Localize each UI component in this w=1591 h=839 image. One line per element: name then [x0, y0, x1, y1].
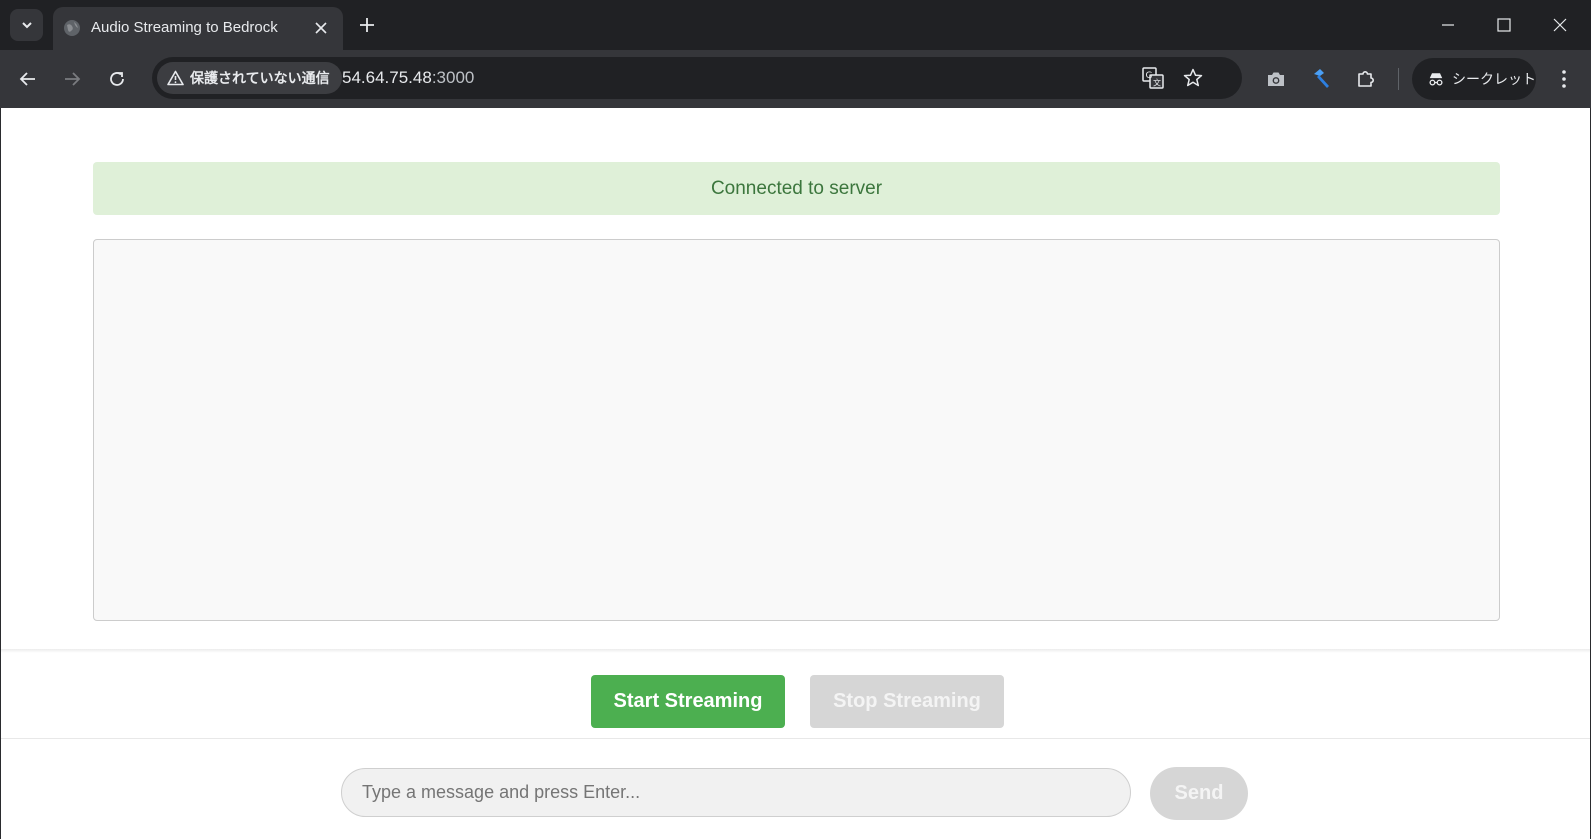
back-button[interactable]: [12, 63, 44, 95]
minimize-icon: [1442, 24, 1454, 26]
arrow-right-icon: [65, 72, 81, 86]
svg-text:G: G: [1146, 71, 1153, 81]
translate-button[interactable]: G文: [1141, 66, 1165, 90]
streaming-controls: Start Streaming Stop Streaming: [1, 668, 1590, 728]
incognito-label: シークレット: [1452, 71, 1536, 87]
start-streaming-button[interactable]: Start Streaming: [591, 675, 785, 728]
url-text[interactable]: 54.64.75.48:3000: [342, 68, 474, 88]
incognito-profile-button[interactable]: シークレット: [1412, 58, 1536, 100]
puzzle-icon: [1358, 71, 1374, 87]
message-input[interactable]: [341, 768, 1131, 817]
address-bar[interactable]: 保護されていない通信 54.64.75.48:3000 G文: [152, 57, 1242, 99]
page-viewport: Connected to server Start Streaming Stop…: [0, 108, 1591, 839]
bookmark-button[interactable]: [1181, 66, 1205, 90]
svg-text:文: 文: [1153, 78, 1161, 88]
reload-icon: [110, 72, 124, 86]
connection-status: Connected to server: [93, 162, 1500, 215]
plus-icon: [360, 18, 374, 32]
forward-button[interactable]: [56, 63, 88, 95]
incognito-icon: [1429, 73, 1443, 86]
minimize-button[interactable]: [1420, 0, 1476, 50]
new-tab-button[interactable]: [356, 14, 378, 36]
close-icon: [1553, 18, 1567, 32]
hammer-icon: [1314, 69, 1329, 88]
chevron-down-icon: [21, 22, 32, 29]
camera-icon: [1268, 72, 1284, 86]
tab-strip: Audio Streaming to Bedrock: [0, 0, 1591, 50]
security-label: 保護されていない通信: [190, 70, 330, 86]
globe-icon: [64, 20, 80, 36]
section-divider: [1, 649, 1590, 653]
warning-icon: [167, 70, 184, 86]
browser-menu-button[interactable]: [1550, 65, 1578, 93]
chat-transcript[interactable]: [93, 239, 1500, 621]
maximize-button[interactable]: [1476, 0, 1532, 50]
translate-icon: G文: [1142, 67, 1164, 89]
browser-toolbar: 保護されていない通信 54.64.75.48:3000 G文 シークレット: [0, 50, 1591, 108]
stop-streaming-button[interactable]: Stop Streaming: [810, 675, 1004, 728]
kebab-menu-icon: [1562, 70, 1566, 88]
maximize-icon: [1497, 18, 1511, 32]
close-icon: [315, 22, 327, 34]
send-button[interactable]: Send: [1150, 767, 1248, 820]
url-port: :3000: [431, 68, 475, 87]
reload-button[interactable]: [101, 63, 133, 95]
tab-title: Audio Streaming to Bedrock: [91, 19, 278, 36]
close-window-button[interactable]: [1532, 0, 1588, 50]
active-tab[interactable]: Audio Streaming to Bedrock: [53, 7, 343, 50]
extensions-button[interactable]: [1352, 65, 1380, 93]
tab-close-button[interactable]: [311, 18, 331, 38]
toolbar-separator: [1398, 68, 1399, 90]
security-chip[interactable]: 保護されていない通信: [157, 62, 342, 94]
tab-search-button[interactable]: [10, 9, 43, 41]
star-icon: [1183, 68, 1203, 87]
pinned-extension-button[interactable]: [1307, 65, 1335, 93]
screenshot-extension-button[interactable]: [1262, 65, 1290, 93]
arrow-left-icon: [19, 72, 35, 86]
section-divider: [1, 738, 1590, 739]
url-host: 54.64.75.48: [342, 68, 432, 87]
